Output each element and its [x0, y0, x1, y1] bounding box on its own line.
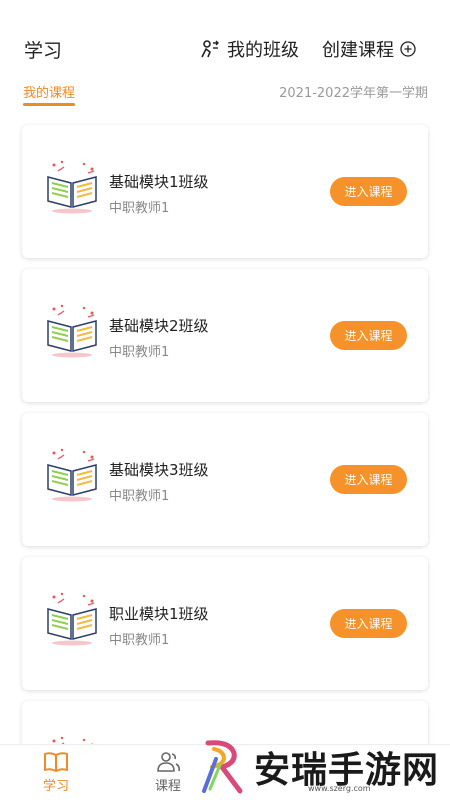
app-header: 学习 我的班级 创建课程	[0, 0, 450, 74]
open-book-icon	[44, 752, 68, 772]
enter-course-button[interactable]: 进入课程	[330, 465, 407, 494]
enter-course-button[interactable]: 进入课程	[330, 321, 407, 350]
course-card[interactable]: 职业模块1班级 中职教师1 进入课程	[22, 557, 428, 690]
course-teacher: 中职教师1	[109, 489, 170, 504]
tab-courses[interactable]: 课程	[138, 751, 198, 794]
create-course-button[interactable]: 创建课程	[322, 36, 416, 62]
course-name: 基础模块3班级	[109, 461, 209, 479]
course-teacher: 中职教师1	[109, 633, 170, 648]
my-class-button[interactable]: 我的班级	[200, 36, 299, 62]
book-icon	[47, 448, 97, 502]
course-teacher: 中职教师1	[109, 345, 170, 360]
tab-my-courses[interactable]: 我的课程	[23, 82, 75, 101]
book-icon	[47, 304, 97, 358]
tab-study-label: 学习	[42, 779, 69, 794]
watermark-logo	[202, 740, 243, 794]
course-card[interactable]: 基础模块3班级 中职教师1 进入课程	[22, 413, 428, 546]
page-title: 学习	[24, 40, 63, 62]
active-tab-indicator	[23, 103, 75, 106]
course-teacher: 中职教师1	[109, 201, 170, 216]
people-icon	[157, 752, 180, 772]
book-icon	[47, 160, 97, 214]
semester-label: 2021-2022学年第一学期	[279, 86, 428, 101]
tab-courses-label: 课程	[154, 779, 181, 794]
course-name: 基础模块1班级	[109, 173, 209, 191]
course-name: 基础模块2班级	[109, 317, 209, 335]
course-card[interactable]: 基础模块2班级 中职教师1 进入课程	[22, 269, 428, 402]
sub-header: 我的课程 2021-2022学年第一学期	[0, 80, 450, 108]
book-icon	[47, 592, 97, 646]
course-name: 职业模块1班级	[109, 605, 209, 623]
watermark-url: www.szerg.com	[308, 784, 371, 793]
create-course-label: 创建课程	[322, 40, 394, 61]
my-class-label: 我的班级	[227, 40, 299, 61]
plus-circle-icon	[400, 41, 416, 57]
enter-course-button[interactable]: 进入课程	[330, 609, 407, 638]
enter-course-button[interactable]: 进入课程	[330, 177, 407, 206]
course-card[interactable]: 基础模块1班级 中职教师1 进入课程	[22, 125, 428, 258]
person-switch-icon	[201, 40, 219, 58]
tab-study[interactable]: 学习	[26, 751, 86, 794]
